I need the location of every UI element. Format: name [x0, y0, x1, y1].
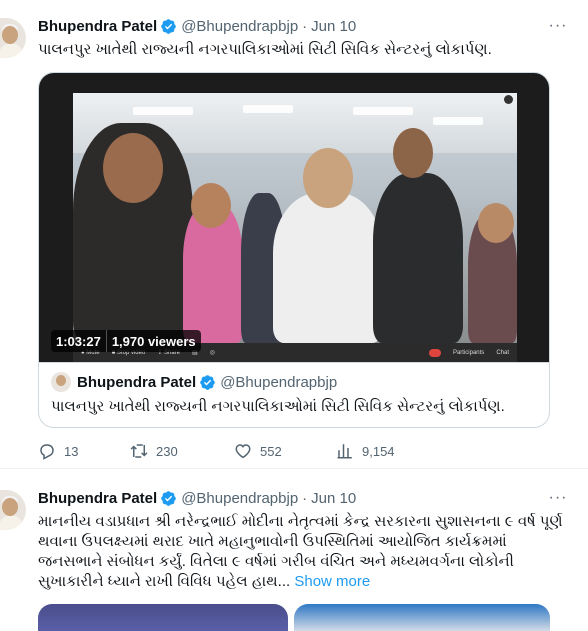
quoted-avatar	[51, 372, 71, 392]
tweet-media-image[interactable]	[294, 604, 550, 631]
show-more-link[interactable]: Show more	[294, 573, 370, 590]
tweet[interactable]: Bhupendra Patel @Bhupendrapbjp · Jun 10 …	[0, 476, 588, 631]
recording-indicator	[504, 95, 513, 104]
quoted-tweet-header: Bhupendra Patel @Bhupendrapbjp	[51, 371, 337, 393]
quoted-media-card[interactable]: ● Mute ■ Stop video ⇪ Share ▤ ◎ Participants…	[38, 72, 550, 428]
tweet-header: Bhupendra Patel @Bhupendrapbjp · Jun 10	[38, 488, 356, 508]
quoted-author-name: Bhupendra Patel	[77, 373, 197, 391]
like-count: 552	[260, 443, 282, 459]
more-icon[interactable]: ···	[548, 488, 568, 508]
reply-button[interactable]: 13	[38, 440, 78, 462]
like-icon	[235, 444, 251, 459]
separator-dot: ·	[302, 17, 308, 35]
quoted-tweet-text: પાલનપુર ખાતેથી રાજ્યની નગરપાલિકાઓમાં સિટ…	[51, 398, 505, 415]
retweet-count: 230	[156, 443, 178, 459]
avatar[interactable]	[0, 18, 26, 58]
video-frame	[73, 93, 517, 343]
quoted-author-handle: @Bhupendrapbjp	[220, 373, 338, 391]
separator-dot: ·	[302, 489, 308, 507]
retweet-button[interactable]: 230	[130, 440, 178, 462]
author-handle[interactable]: @Bhupendrapbjp	[181, 18, 298, 35]
video-player[interactable]: ● Mute ■ Stop video ⇪ Share ▤ ◎ Participants…	[39, 73, 549, 362]
reply-icon	[40, 444, 54, 460]
views-button[interactable]: 9,154	[336, 440, 395, 462]
tweet-media-image[interactable]	[38, 604, 288, 631]
verified-badge-icon	[161, 490, 176, 506]
author-name[interactable]: Bhupendra Patel	[38, 18, 157, 35]
viewer-count: 1,970 viewers	[106, 330, 201, 352]
quoted-tweet[interactable]: Bhupendra Patel @Bhupendrapbjp પાલનપુર ખ…	[39, 362, 549, 427]
author-handle[interactable]: @Bhupendrapbjp	[181, 490, 298, 507]
live-badge: 1:03:27 1,970 viewers	[51, 330, 201, 352]
author-name[interactable]: Bhupendra Patel	[38, 490, 157, 507]
views-icon	[337, 444, 352, 459]
tweet[interactable]: Bhupendra Patel @Bhupendrapbjp · Jun 10 …	[0, 0, 588, 468]
retweet-icon	[130, 444, 148, 458]
like-button[interactable]: 552	[234, 440, 282, 462]
avatar[interactable]	[0, 490, 26, 530]
reply-count: 13	[64, 443, 79, 459]
tweet-date[interactable]: Jun 10	[311, 490, 356, 507]
tweet-text: પાલનપુર ખાતેથી રાજ્યની નગરપાલિકાઓમાં સિટ…	[38, 41, 492, 58]
tweet-text: માનનીય વડાપ્રધાન શ્રી નરેન્દ્રભાઈ મોદીના…	[38, 512, 568, 592]
tweet-separator	[0, 468, 588, 469]
tweet-actions: 13 230 552 9,154	[38, 440, 550, 462]
tweet-header: Bhupendra Patel @Bhupendrapbjp · Jun 10	[38, 16, 356, 36]
verified-badge-icon	[161, 18, 176, 34]
more-icon[interactable]: ···	[548, 16, 568, 36]
verified-badge-icon	[200, 374, 215, 390]
video-duration: 1:03:27	[51, 330, 107, 352]
tweet-date[interactable]: Jun 10	[311, 18, 356, 35]
view-count: 9,154	[362, 443, 395, 459]
